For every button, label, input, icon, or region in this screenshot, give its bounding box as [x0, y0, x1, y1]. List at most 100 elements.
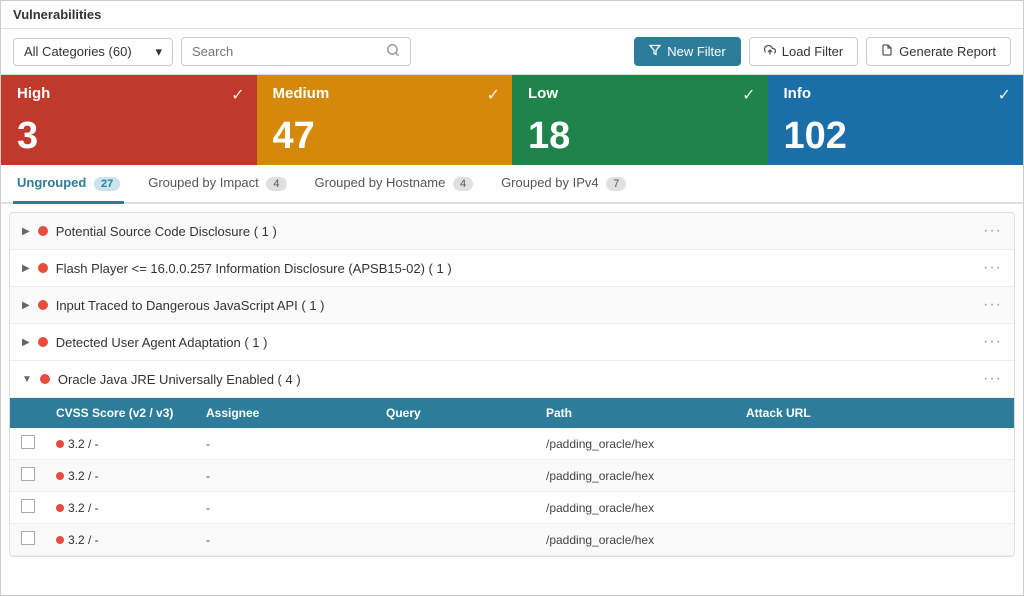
vuln-row[interactable]: ▼ Oracle Java JRE Universally Enabled ( … — [10, 361, 1014, 398]
vuln-table-body: 3.2 / - - /padding_oracle/hex 3.2 / - - … — [10, 428, 1014, 556]
score-dot — [56, 536, 64, 544]
filter-icon — [649, 44, 661, 59]
chevron-down-icon: ▾ — [155, 44, 162, 60]
score-value: 3.2 / - — [68, 437, 99, 451]
tab-grouped-hostname[interactable]: Grouped by Hostname 4 — [311, 165, 478, 204]
more-options-icon[interactable]: ··· — [983, 370, 1002, 388]
row-checkbox[interactable] — [21, 531, 35, 545]
toolbar: All Categories (60) ▾ New Filter Load Fi… — [1, 29, 1023, 75]
assignee-cell: - — [196, 524, 376, 556]
assignee-cell: - — [196, 492, 376, 524]
expand-icon: ▶ — [22, 263, 30, 274]
vuln-name: Flash Player <= 16.0.0.257 Information D… — [56, 261, 983, 276]
low-count: 18 — [528, 117, 752, 155]
tab-grouped-impact[interactable]: Grouped by Impact 4 — [144, 165, 290, 204]
tabs-bar: Ungrouped 27 Grouped by Impact 4 Grouped… — [1, 165, 1023, 204]
score-value: 3.2 / - — [68, 501, 99, 515]
path-cell: /padding_oracle/hex — [536, 492, 736, 524]
assignee-cell: - — [196, 460, 376, 492]
vuln-row[interactable]: ▶ Potential Source Code Disclosure ( 1 )… — [10, 213, 1014, 250]
assignee-cell: - — [196, 428, 376, 460]
more-options-icon[interactable]: ··· — [983, 333, 1002, 351]
vulnerability-list: ▶ Potential Source Code Disclosure ( 1 )… — [9, 212, 1015, 557]
grouped-ipv4-badge: 7 — [606, 177, 626, 191]
vuln-name: Detected User Agent Adaptation ( 1 ) — [56, 335, 983, 350]
page-title: Vulnerabilities — [13, 7, 101, 22]
high-count: 3 — [17, 117, 241, 155]
row-checkbox[interactable] — [21, 435, 35, 449]
title-bar: Vulnerabilities — [1, 1, 1023, 29]
grouped-impact-badge: 4 — [266, 177, 286, 191]
vuln-detail-table: CVSS Score (v2 / v3) Assignee Query Path… — [10, 398, 1014, 556]
vuln-row[interactable]: ▶ Flash Player <= 16.0.0.257 Information… — [10, 250, 1014, 287]
score-dot — [56, 440, 64, 448]
category-dropdown[interactable]: All Categories (60) ▾ — [13, 38, 173, 66]
path-cell: /padding_oracle/hex — [536, 460, 736, 492]
severity-dot — [38, 226, 48, 236]
attack-url-cell — [736, 460, 1014, 492]
ungrouped-badge: 27 — [94, 177, 120, 191]
query-cell — [376, 524, 536, 556]
summary-cards: ✓ High 3 ✓ Medium 47 ✓ Low 18 ✓ Info 102 — [1, 75, 1023, 165]
vuln-name: Oracle Java JRE Universally Enabled ( 4 … — [58, 372, 983, 387]
upload-icon — [764, 44, 776, 59]
col-header-attack-url: Attack URL — [736, 398, 1014, 428]
severity-dot — [38, 300, 48, 310]
score-dot — [56, 472, 64, 480]
card-medium[interactable]: ✓ Medium 47 — [257, 75, 513, 165]
info-check-icon: ✓ — [998, 85, 1011, 105]
app-container: Vulnerabilities All Categories (60) ▾ Ne… — [0, 0, 1024, 596]
table-row: 3.2 / - - /padding_oracle/hex — [10, 524, 1014, 556]
col-header-path: Path — [536, 398, 736, 428]
generate-report-button[interactable]: Generate Report — [866, 37, 1011, 66]
search-input[interactable] — [192, 44, 386, 59]
info-label: Info — [784, 85, 1008, 102]
medium-check-icon: ✓ — [487, 85, 500, 105]
vuln-row[interactable]: ▶ Input Traced to Dangerous JavaScript A… — [10, 287, 1014, 324]
load-filter-button[interactable]: Load Filter — [749, 37, 858, 66]
expand-icon: ▶ — [22, 300, 30, 311]
path-cell: /padding_oracle/hex — [536, 428, 736, 460]
vuln-name: Input Traced to Dangerous JavaScript API… — [56, 298, 983, 313]
attack-url-cell — [736, 524, 1014, 556]
query-cell — [376, 428, 536, 460]
new-filter-button[interactable]: New Filter — [634, 37, 741, 66]
vuln-row[interactable]: ▶ Detected User Agent Adaptation ( 1 ) ·… — [10, 324, 1014, 361]
attack-url-cell — [736, 428, 1014, 460]
search-icon — [386, 43, 400, 60]
category-label: All Categories (60) — [24, 44, 132, 59]
col-header-check — [10, 398, 46, 428]
high-check-icon: ✓ — [231, 85, 244, 105]
more-options-icon[interactable]: ··· — [983, 222, 1002, 240]
row-checkbox[interactable] — [21, 499, 35, 513]
more-options-icon[interactable]: ··· — [983, 259, 1002, 277]
query-cell — [376, 492, 536, 524]
card-info[interactable]: ✓ Info 102 — [768, 75, 1024, 165]
medium-count: 47 — [273, 117, 497, 155]
search-box — [181, 37, 411, 66]
report-icon — [881, 44, 893, 59]
tab-ungrouped[interactable]: Ungrouped 27 — [13, 165, 124, 204]
row-checkbox[interactable] — [21, 467, 35, 481]
medium-label: Medium — [273, 85, 497, 102]
more-options-icon[interactable]: ··· — [983, 296, 1002, 314]
vuln-name: Potential Source Code Disclosure ( 1 ) — [56, 224, 983, 239]
grouped-hostname-badge: 4 — [453, 177, 473, 191]
info-count: 102 — [784, 117, 1008, 155]
card-high[interactable]: ✓ High 3 — [1, 75, 257, 165]
score-value: 3.2 / - — [68, 533, 99, 547]
severity-dot — [40, 374, 50, 384]
path-cell: /padding_oracle/hex — [536, 524, 736, 556]
col-header-assignee: Assignee — [196, 398, 376, 428]
query-cell — [376, 460, 536, 492]
table-row: 3.2 / - - /padding_oracle/hex — [10, 460, 1014, 492]
col-header-cvss: CVSS Score (v2 / v3) — [46, 398, 196, 428]
low-label: Low — [528, 85, 752, 102]
card-low[interactable]: ✓ Low 18 — [512, 75, 768, 165]
col-header-query: Query — [376, 398, 536, 428]
tab-grouped-ipv4[interactable]: Grouped by IPv4 7 — [497, 165, 630, 204]
expanded-table-container: CVSS Score (v2 / v3) Assignee Query Path… — [10, 398, 1014, 556]
score-dot — [56, 504, 64, 512]
expand-icon: ▶ — [22, 226, 30, 237]
expand-icon: ▼ — [22, 374, 32, 385]
